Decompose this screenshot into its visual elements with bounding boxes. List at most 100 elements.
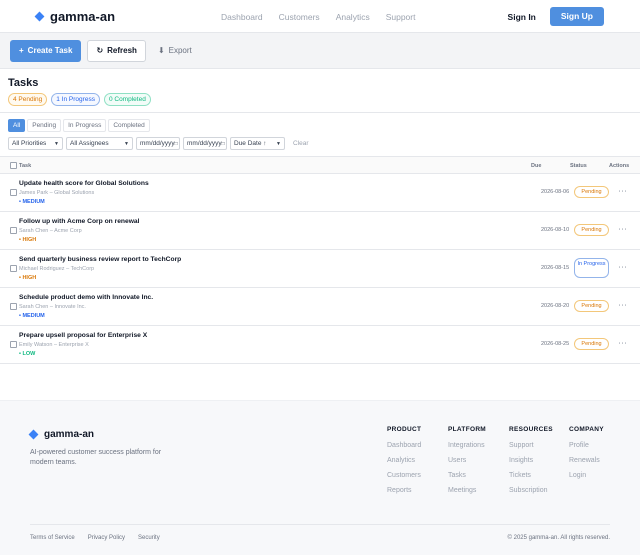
status-summary: 4 Pending 1 In Progress 0 Completed (8, 93, 632, 106)
footer-heading: RESOURCES (509, 426, 553, 433)
row-checkbox[interactable] (10, 227, 17, 234)
select-all-checkbox[interactable] (10, 162, 17, 169)
calendar-icon: □ (221, 140, 225, 147)
more-actions-icon[interactable]: ⋯ (618, 225, 627, 234)
due-date: 2026-08-10 (541, 227, 570, 233)
export-label: Export (168, 46, 192, 55)
date-to-placeholder: mm/dd/yyyy (187, 140, 222, 147)
footer-link[interactable]: Analytics (387, 457, 421, 464)
more-actions-icon[interactable]: ⋯ (618, 339, 627, 348)
privacy-link[interactable]: Privacy Policy (88, 535, 125, 541)
task-title[interactable]: Schedule product demo with Innovate Inc. (19, 294, 153, 301)
footer-description: AI-powered customer success platform for… (30, 449, 162, 466)
more-actions-icon[interactable]: ⋯ (618, 301, 627, 310)
status-badge[interactable]: Pending (574, 186, 609, 198)
column-task: Task (19, 163, 32, 169)
footer-link[interactable]: Tickets (509, 472, 553, 479)
priority-select[interactable]: All Priorities ▼ (8, 137, 63, 150)
row-checkbox[interactable] (10, 189, 17, 196)
status-badge[interactable]: In Progress (574, 258, 609, 278)
terms-link[interactable]: Terms of Service (30, 535, 75, 541)
footer-column-company: COMPANY Profile Renewals Login (569, 426, 604, 487)
assignee-select[interactable]: All Assignees ▼ (66, 137, 133, 150)
sign-in-link[interactable]: Sign In (508, 12, 536, 22)
footer-column-product: PRODUCT Dashboard Analytics Customers Re… (387, 426, 421, 502)
task-assignee: Sarah Chen – Acme Corp (19, 228, 82, 234)
date-from-input[interactable]: mm/dd/yyyy □ (136, 137, 180, 150)
nav-link-support[interactable]: Support (386, 12, 416, 22)
row-checkbox[interactable] (10, 265, 17, 272)
task-assignee: James Park – Global Solutions (19, 190, 95, 196)
footer-link[interactable]: Integrations (448, 442, 486, 449)
table-row: Update health score for Global Solutions… (0, 174, 640, 212)
toolbar: + Create Task ↻ Refresh ⬇ Export (0, 33, 640, 69)
nav-link-analytics[interactable]: Analytics (336, 12, 370, 22)
assignee-select-value: All Assignees (70, 140, 109, 147)
clear-filters-button[interactable]: Clear (293, 140, 309, 147)
table-row: Schedule product demo with Innovate Inc.… (0, 288, 640, 326)
footer: gamma-an AI-powered customer success pla… (0, 400, 640, 555)
nav-link-customers[interactable]: Customers (279, 12, 320, 22)
row-checkbox[interactable] (10, 303, 17, 310)
footer-link[interactable]: Reports (387, 487, 421, 494)
sort-select-value: Due Date ↑ (234, 140, 267, 147)
filters: All Pending In Progress Completed All Pr… (0, 113, 640, 150)
footer-link[interactable]: Meetings (448, 487, 486, 494)
create-task-label: Create Task (27, 46, 73, 55)
status-badge[interactable]: Pending (574, 224, 609, 236)
tab-completed[interactable]: Completed (108, 119, 150, 132)
sign-up-button[interactable]: Sign Up (549, 7, 604, 26)
tasks-header: Tasks 4 Pending 1 In Progress 0 Complete… (0, 69, 640, 106)
footer-link[interactable]: Renewals (569, 457, 604, 464)
footer-link[interactable]: Subscription (509, 487, 553, 494)
status-badge[interactable]: Pending (574, 338, 609, 350)
table-header: Task Due Status Actions (0, 156, 640, 174)
footer-heading: COMPANY (569, 426, 604, 433)
diamond-logo-icon (34, 11, 45, 21)
footer-link[interactable]: Customers (387, 472, 421, 479)
task-title[interactable]: Update health score for Global Solutions (19, 180, 149, 187)
footer-link[interactable]: Insights (509, 457, 553, 464)
refresh-button[interactable]: ↻ Refresh (87, 39, 146, 62)
tab-all[interactable]: All (8, 119, 26, 132)
brand-logo[interactable]: gamma-an (34, 9, 115, 24)
security-link[interactable]: Security (138, 535, 160, 541)
status-badge[interactable]: Pending (574, 300, 609, 312)
footer-column-resources: RESOURCES Support Insights Tickets Subsc… (509, 426, 553, 502)
footer-brand-name: gamma-an (44, 429, 95, 440)
footer-brand[interactable]: gamma-an (28, 429, 95, 440)
refresh-label: Refresh (107, 46, 137, 55)
sort-select[interactable]: Due Date ↑ ▼ (230, 137, 285, 150)
task-assignee: Sarah Chen – Innovate Inc. (19, 304, 86, 310)
date-to-input[interactable]: mm/dd/yyyy □ (183, 137, 227, 150)
create-task-button[interactable]: + Create Task (10, 39, 82, 62)
date-from-placeholder: mm/dd/yyyy (140, 140, 175, 147)
calendar-icon: □ (174, 140, 178, 147)
table-row: Follow up with Acme Corp on renewal Sara… (0, 212, 640, 250)
task-title[interactable]: Follow up with Acme Corp on renewal (19, 218, 140, 225)
footer-link[interactable]: Profile (569, 442, 604, 449)
footer-divider (30, 524, 610, 525)
download-icon: ⬇ (157, 46, 165, 55)
export-button[interactable]: ⬇ Export (152, 40, 198, 62)
nav-link-dashboard[interactable]: Dashboard (221, 12, 263, 22)
tab-in-progress[interactable]: In Progress (63, 119, 107, 132)
table-row: Prepare upsell proposal for Enterprise X… (0, 326, 640, 364)
task-title[interactable]: Send quarterly business review report to… (19, 256, 181, 263)
footer-link[interactable]: Login (569, 472, 604, 479)
plus-icon: + (19, 46, 24, 55)
more-actions-icon[interactable]: ⋯ (618, 263, 627, 272)
task-assignee: Emily Watson – Enterprise X (19, 342, 89, 348)
footer-link[interactable]: Support (509, 442, 553, 449)
footer-link[interactable]: Dashboard (387, 442, 421, 449)
column-status: Status (570, 163, 587, 169)
footer-link[interactable]: Tasks (448, 472, 486, 479)
row-checkbox[interactable] (10, 341, 17, 348)
more-actions-icon[interactable]: ⋯ (618, 187, 627, 196)
task-list: Update health score for Global Solutions… (0, 174, 640, 364)
priority-label: • LOW (19, 351, 36, 357)
footer-link[interactable]: Users (448, 457, 486, 464)
due-date: 2026-08-20 (541, 303, 570, 309)
tab-pending[interactable]: Pending (27, 119, 62, 132)
task-title[interactable]: Prepare upsell proposal for Enterprise X (19, 332, 147, 339)
